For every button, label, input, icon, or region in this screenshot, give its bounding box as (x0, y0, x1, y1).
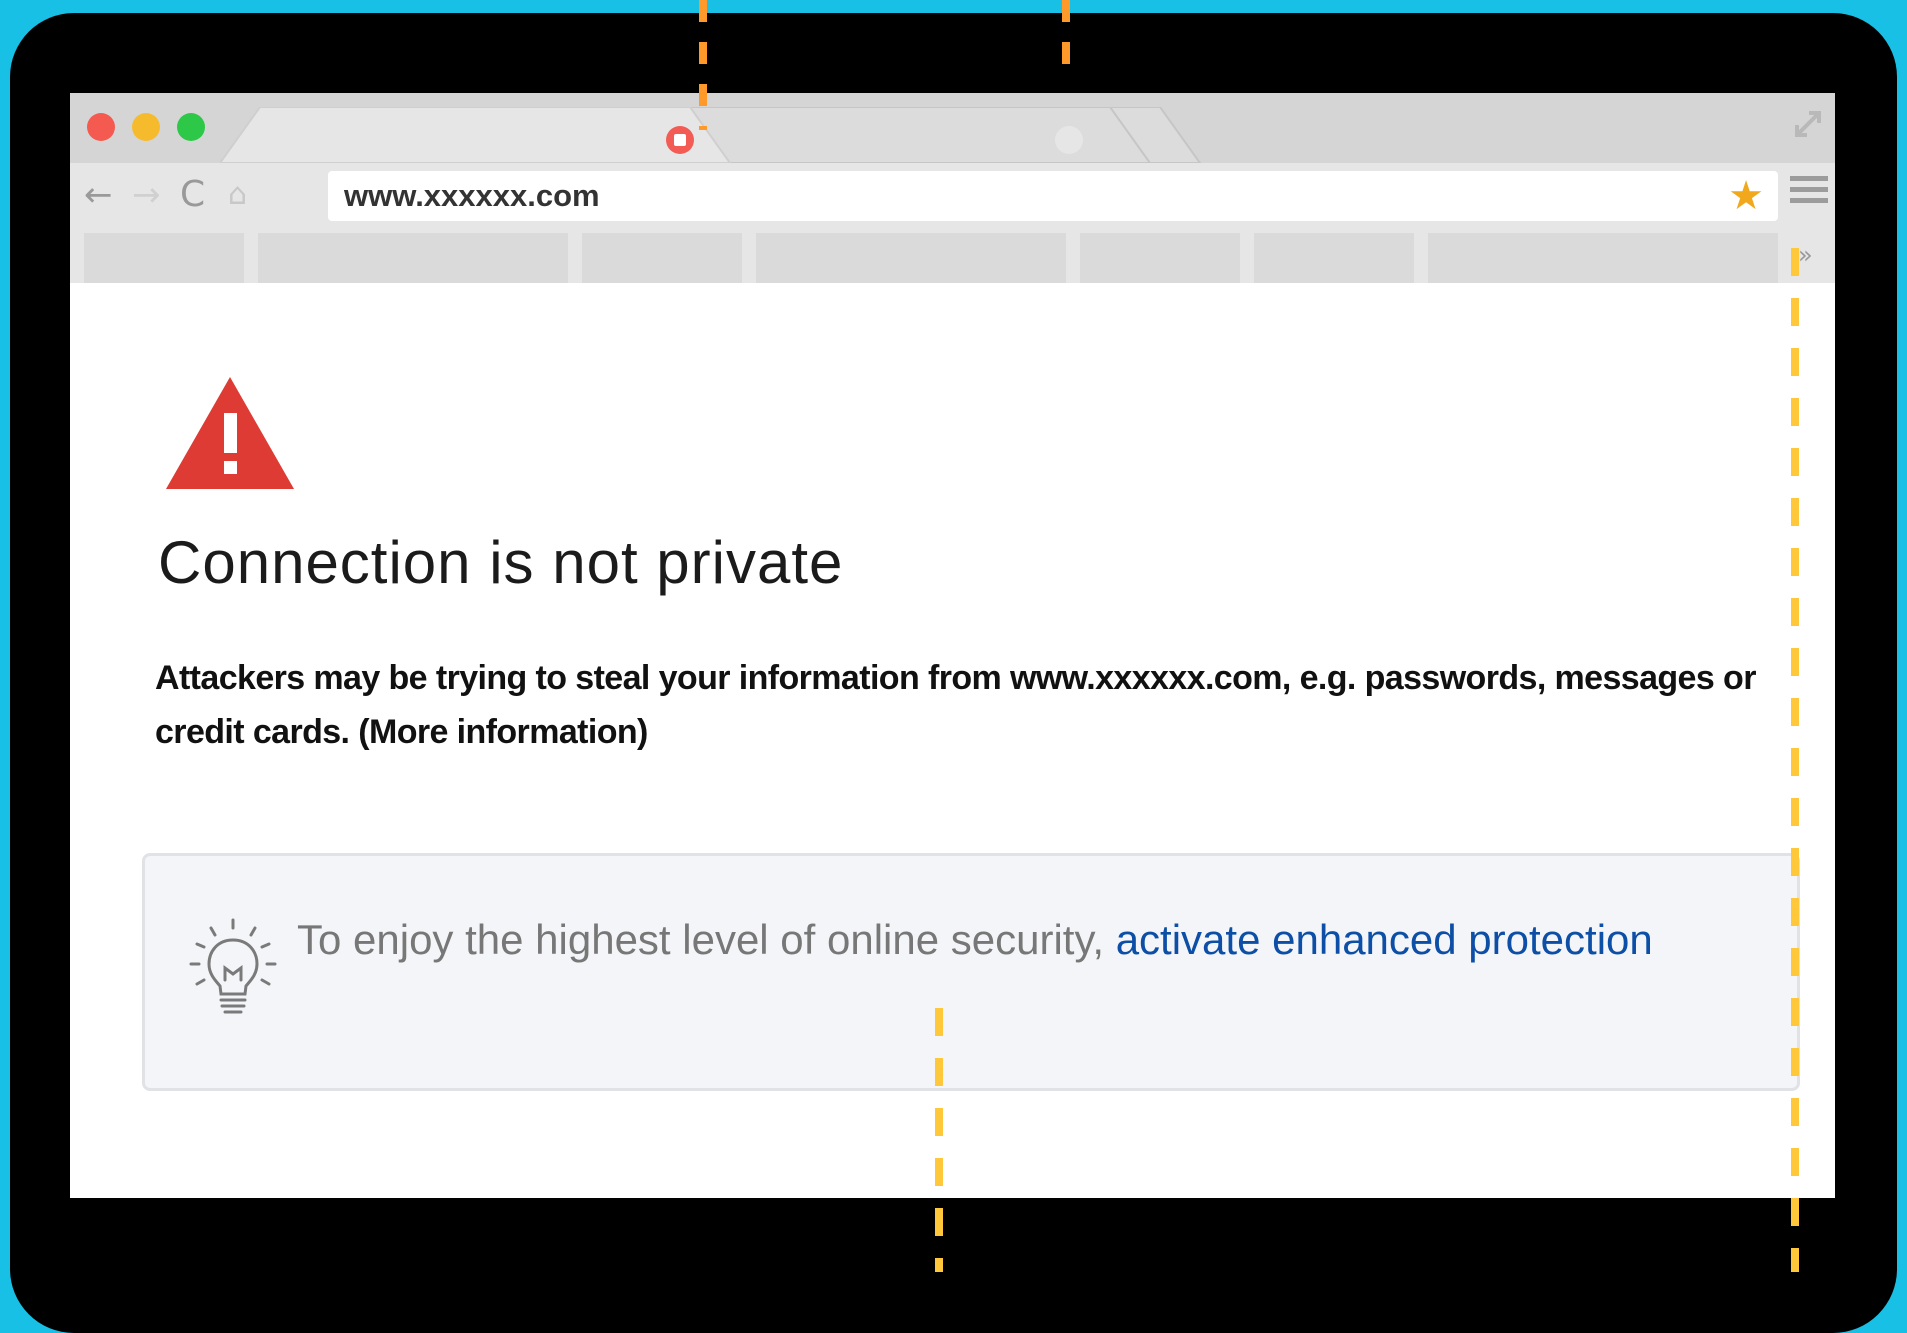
minimize-window-button[interactable] (132, 113, 160, 141)
bookmark-item[interactable] (756, 233, 1066, 283)
callout-line (1062, 0, 1070, 75)
url-text[interactable]: www.xxxxxx.com (344, 171, 600, 221)
page-content: Connection is not private Attackers may … (70, 283, 1835, 1198)
loading-icon (1055, 126, 1083, 154)
bookmark-item[interactable] (258, 233, 568, 283)
home-button[interactable]: ⌂ (228, 173, 247, 217)
zoom-window-button[interactable] (177, 113, 205, 141)
security-tip-box: To enjoy the highest level of online sec… (142, 853, 1800, 1091)
warning-description: Attackers may be trying to steal your in… (155, 659, 1756, 751)
close-window-button[interactable] (87, 113, 115, 141)
fullscreen-icon[interactable] (1791, 107, 1825, 141)
chevron-right-icon[interactable]: » (1798, 241, 1813, 269)
tab-active[interactable] (220, 107, 750, 163)
star-icon[interactable]: ★ (1728, 171, 1764, 221)
back-button[interactable]: ← (84, 173, 113, 217)
activate-protection-link[interactable]: activate enhanced protection (1116, 916, 1653, 963)
callout-line (1791, 248, 1799, 1272)
menu-icon[interactable] (1790, 176, 1828, 209)
browser-window: f ← → C ⌂ www.xxxxxx.com ★ (70, 93, 1835, 1198)
bookmark-item[interactable] (582, 233, 742, 283)
security-tip-text: To enjoy the highest level of online sec… (297, 910, 1737, 970)
bookmark-item[interactable] (1428, 233, 1778, 283)
forward-button[interactable]: → (132, 173, 161, 217)
callout-line (935, 1008, 943, 1272)
tab-strip: f (70, 93, 1835, 163)
bookmark-item[interactable] (1254, 233, 1414, 283)
bookmark-item[interactable] (1080, 233, 1240, 283)
security-tip-sentence: To enjoy the highest level of online sec… (297, 916, 1116, 963)
browser-toolbar: ← → C ⌂ www.xxxxxx.com ★ » (70, 163, 1835, 283)
callout-line (699, 0, 707, 130)
page-title: Connection is not private (158, 529, 844, 596)
bookmarks-bar: » (70, 233, 1835, 283)
address-bar[interactable]: www.xxxxxx.com ★ (328, 171, 1778, 221)
reload-button[interactable]: C (180, 173, 205, 217)
lightbulb-icon (189, 918, 277, 1014)
bookmark-item[interactable] (84, 233, 244, 283)
warning-triangle-icon (166, 377, 294, 489)
stop-icon (666, 126, 694, 154)
